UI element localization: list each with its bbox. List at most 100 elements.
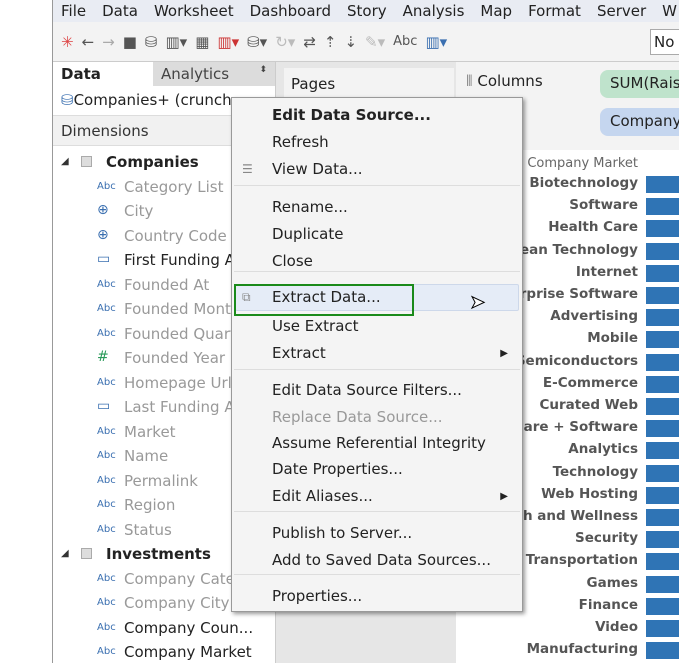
tab-analytics-label: Analytics [161,65,230,83]
abc-icon: Abc [97,523,116,535]
fit-dropdown[interactable]: No [650,28,679,55]
menu-item-publish-to-server[interactable]: Publish to Server... [272,524,412,542]
menu-item-refresh[interactable]: Refresh [272,133,329,151]
bar[interactable] [646,597,679,615]
tab-analytics[interactable]: Analytics ⬍ [153,62,275,86]
menu-item-edit-data-source[interactable]: Edit Data Source... [272,106,431,124]
abc-icon: Abc [97,499,116,510]
menu-item-extract[interactable]: Extract [272,344,326,362]
menu-item-use-extract[interactable]: Use Extract [272,317,359,335]
duplicate-sheet-icon[interactable]: ▦ [195,33,209,51]
bar[interactable] [646,464,679,482]
field-label: Investments [106,545,211,563]
datasource-label: Companies+ (crunch [73,91,232,109]
bar[interactable] [646,176,679,193]
bar[interactable] [646,398,679,415]
field-item[interactable]: Abc Company Market [53,642,276,666]
field-label: Market [124,422,176,441]
highlight-icon[interactable]: ✎▾ [365,33,385,51]
field-label: Founded At [124,275,210,294]
new-datasource-icon[interactable]: ⛁ [145,33,158,51]
forward-icon[interactable]: → [102,33,115,51]
menu-w[interactable]: W [654,0,679,22]
bar[interactable] [646,553,679,571]
abc-icon: Abc [97,278,116,290]
date-icon: ▭ [97,398,111,414]
abc-icon: Abc [97,425,116,437]
menu-item-edit-data-source-filters[interactable]: Edit Data Source Filters... [272,381,462,399]
menu-item-assume-referential-integrity[interactable]: Assume Referential Integrity [272,434,486,452]
geo-icon: ⊕ [97,226,109,243]
menu-item-duplicate[interactable]: Duplicate [272,225,343,243]
bar[interactable] [646,375,679,393]
bar[interactable] [646,242,679,260]
bar[interactable] [646,198,679,216]
menu-analysis[interactable]: Analysis [395,0,473,22]
new-worksheet-icon[interactable]: ▥▾ [166,33,188,51]
columns-pill[interactable]: SUM(Raise [600,70,679,98]
mouse-cursor-icon: ➤ [469,292,486,314]
menu-item-rename[interactable]: Rename... [272,198,348,216]
menu-item-extract-data[interactable]: Extract Data... [272,288,381,306]
save-icon[interactable]: ■ [123,33,137,51]
refresh-icon[interactable]: ↻▾ [275,33,295,51]
bar[interactable] [646,486,679,504]
menu-separator [234,271,520,272]
menu-item-add-to-saved-data-sources[interactable]: Add to Saved Data Sources... [272,551,491,569]
bar[interactable] [646,353,679,371]
tab-data[interactable]: Data [53,62,153,86]
abc-icon: Abc [97,376,116,388]
sort-asc-icon[interactable]: ⇡ [324,33,337,51]
menu-format[interactable]: Format [520,0,589,22]
extract-icon: ⧉ [242,290,251,304]
bar[interactable] [646,287,679,304]
bar[interactable] [646,620,679,637]
chart-header: Company Market [527,156,638,171]
context-menu: Edit Data Source... Refresh View Data... ☰ R… [231,97,523,612]
bar[interactable] [646,331,679,349]
datasource-icon: ⛁ [61,91,74,109]
bar[interactable] [646,420,679,438]
menu-dashboard[interactable]: Dashboard [242,0,339,22]
menu-item-date-properties[interactable]: Date Properties... [272,460,403,478]
menu-separator [234,185,520,186]
menu-item-replace-data-source[interactable]: Replace Data Source... [272,408,443,426]
bar[interactable] [646,309,679,327]
field-label: Companies [106,153,199,171]
menu-item-close[interactable]: Close [272,252,313,270]
category-label: ‎Manufacturing‎ [526,641,638,658]
field-label: Company Cate [124,569,235,588]
toolbar: ✳ ← → ■ ⛁ ▥▾ ▦ ▥▾ ⛁▾ ↻▾ ⇄ ⇡ ⇣ ✎▾ Abc ▥▾ … [53,22,679,62]
menu-server[interactable]: Server [589,0,654,22]
show-me-icon[interactable]: ▥▾ [425,33,447,51]
bar[interactable] [646,642,679,660]
menu-data[interactable]: Data [94,0,146,22]
bar[interactable] [646,509,679,526]
field-item[interactable]: Abc Company Coun... [53,618,276,642]
date-icon: ▭ [97,251,111,267]
pause-updates-icon[interactable]: ⛁▾ [247,33,267,51]
bar[interactable] [646,531,679,549]
clear-sheet-icon[interactable]: ▥▾ [217,33,239,51]
menu-item-edit-aliases[interactable]: Edit Aliases... [272,487,373,505]
menu-file[interactable]: File [53,0,94,22]
menu-worksheet[interactable]: Worksheet [146,0,242,22]
menu-item-view-data[interactable]: View Data... [272,160,362,178]
menu-story[interactable]: Story [339,0,395,22]
tableau-logo-icon[interactable]: ✳ [61,33,74,51]
bar[interactable] [646,442,679,460]
field-label: Last Funding A [124,398,235,416]
menu-map[interactable]: Map [472,0,520,22]
chevron-icon: ⬍ [259,65,267,75]
pages-shelf[interactable]: Pages [284,68,454,100]
rows-pill[interactable]: Company [600,108,679,136]
swap-icon[interactable]: ⇄ [303,33,316,51]
bar[interactable] [646,575,679,593]
field-label: Status [124,520,172,539]
menu-item-properties[interactable]: Properties... [272,587,362,605]
bar[interactable] [646,264,679,282]
bar[interactable] [646,220,679,238]
sort-desc-icon[interactable]: ⇣ [344,33,357,51]
back-icon[interactable]: ← [82,33,95,51]
show-labels-button[interactable]: Abc [393,34,417,49]
